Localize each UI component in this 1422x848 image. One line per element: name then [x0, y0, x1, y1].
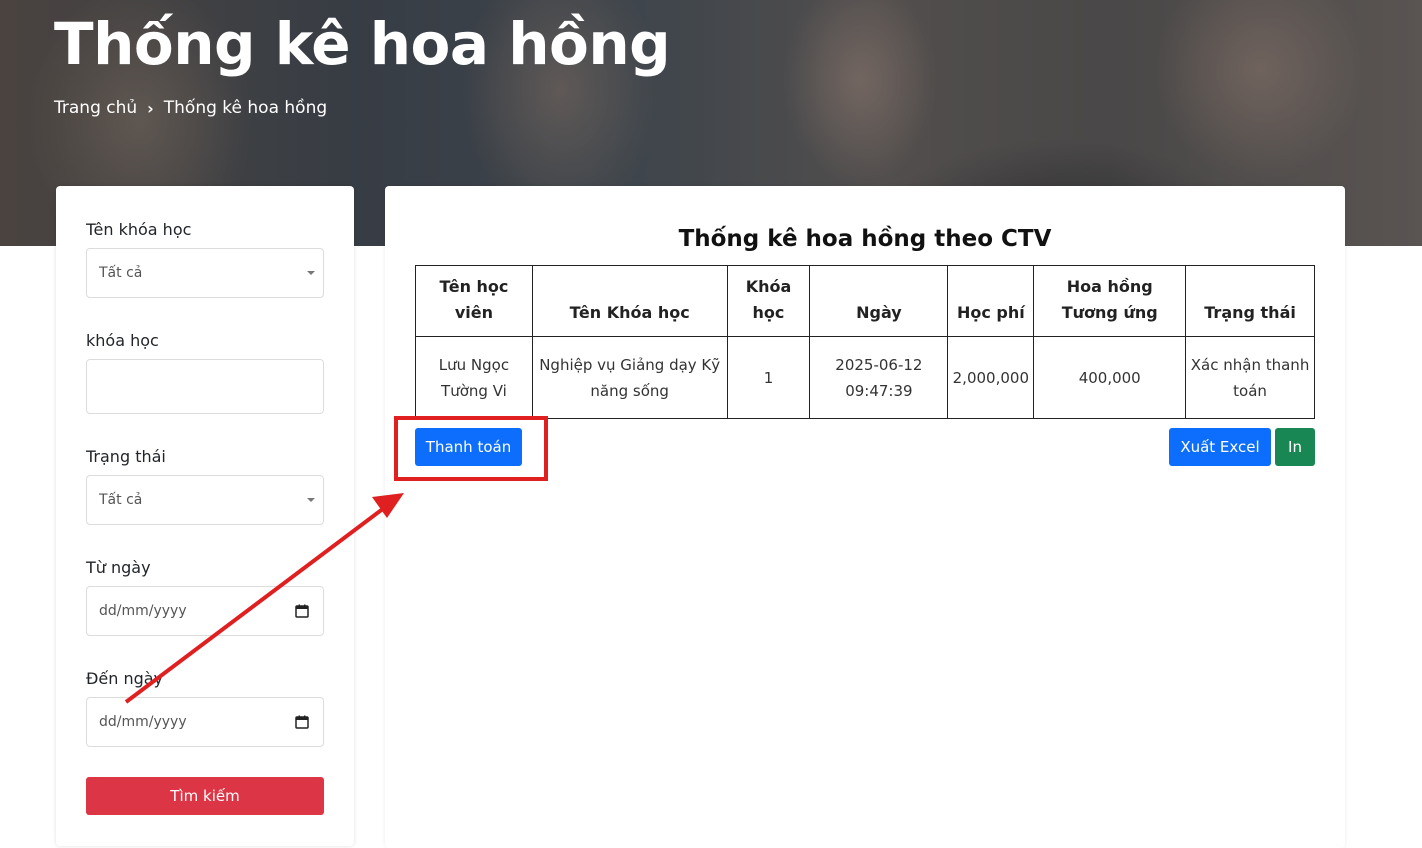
breadcrumb-home-link[interactable]: Trang chủ	[54, 98, 137, 118]
pay-button[interactable]: Thanh toán	[415, 428, 522, 466]
commission-table: Tên học viên Tên Khóa học Khóa học Ngày …	[415, 265, 1315, 419]
course-name-select-value: Tất cả	[99, 265, 143, 281]
table-row: Lưu Ngọc Tường Vi Nghiệp vụ Giảng dạy Kỹ…	[415, 336, 1315, 419]
export-excel-button[interactable]: Xuất Excel	[1169, 428, 1271, 466]
status-label: Trạng thái	[86, 447, 166, 466]
column-header-status: Trạng thái	[1185, 265, 1315, 337]
from-date-placeholder: dd/mm/yyyy	[99, 603, 187, 619]
column-header-commission: Hoa hồng Tương ứng	[1033, 265, 1187, 337]
caret-down-icon	[307, 271, 315, 275]
cohort-label: khóa học	[86, 331, 159, 350]
from-date-label: Từ ngày	[86, 558, 151, 577]
status-select[interactable]: Tất cả	[86, 475, 324, 525]
cell-course: Nghiệp vụ Giảng dạy Kỹ năng sống	[531, 336, 728, 419]
report-title: Thống kê hoa hồng theo CTV	[678, 226, 1052, 252]
cell-date: 2025-06-12 09:47:39	[809, 336, 949, 419]
status-select-value: Tất cả	[99, 492, 143, 508]
chevron-right-icon: ›	[147, 98, 154, 118]
breadcrumb-current: Thống kê hoa hồng	[163, 98, 328, 118]
breadcrumb: Trang chủ › Thống kê hoa hồng	[54, 98, 327, 118]
cell-fee: 2,000,000	[947, 336, 1035, 419]
to-date-label: Đến ngày	[86, 669, 164, 688]
column-header-date: Ngày	[809, 265, 949, 337]
search-button[interactable]: Tìm kiếm	[86, 777, 324, 815]
to-date-input[interactable]: dd/mm/yyyy	[86, 697, 324, 747]
caret-down-icon	[307, 498, 315, 502]
print-button[interactable]: In	[1275, 428, 1315, 466]
calendar-icon[interactable]	[295, 715, 309, 729]
page-title: Thống kê hoa hồng	[54, 10, 671, 78]
cell-commission: 400,000	[1033, 336, 1187, 419]
cell-cohort: 1	[726, 336, 811, 419]
table-header-row: Tên học viên Tên Khóa học Khóa học Ngày …	[415, 265, 1315, 337]
column-header-course: Tên Khóa học	[531, 265, 728, 337]
filter-sidebar: Tên khóa học Tất cả khóa học Trạng thái …	[56, 186, 354, 846]
course-name-label: Tên khóa học	[86, 220, 192, 239]
column-header-cohort: Khóa học	[726, 265, 811, 337]
report-card: Thống kê hoa hồng theo CTV Tên học viên …	[385, 186, 1345, 848]
column-header-student: Tên học viên	[415, 265, 533, 337]
course-name-select[interactable]: Tất cả	[86, 248, 324, 298]
calendar-icon[interactable]	[295, 604, 309, 618]
cohort-input[interactable]	[86, 359, 324, 414]
to-date-placeholder: dd/mm/yyyy	[99, 714, 187, 730]
column-header-fee: Học phí	[947, 265, 1035, 337]
cell-status: Xác nhận thanh toán	[1185, 336, 1315, 419]
cell-student: Lưu Ngọc Tường Vi	[415, 336, 533, 419]
from-date-input[interactable]: dd/mm/yyyy	[86, 586, 324, 636]
